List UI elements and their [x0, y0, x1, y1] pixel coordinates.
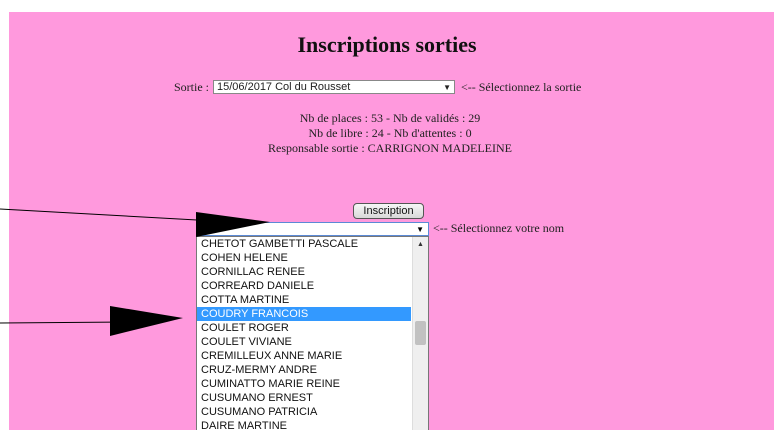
- arrow-head-top: [196, 212, 270, 237]
- arrow-line-top: [0, 208, 216, 222]
- arrow-head-bottom: [110, 306, 183, 336]
- annotation-arrows: [0, 208, 270, 336]
